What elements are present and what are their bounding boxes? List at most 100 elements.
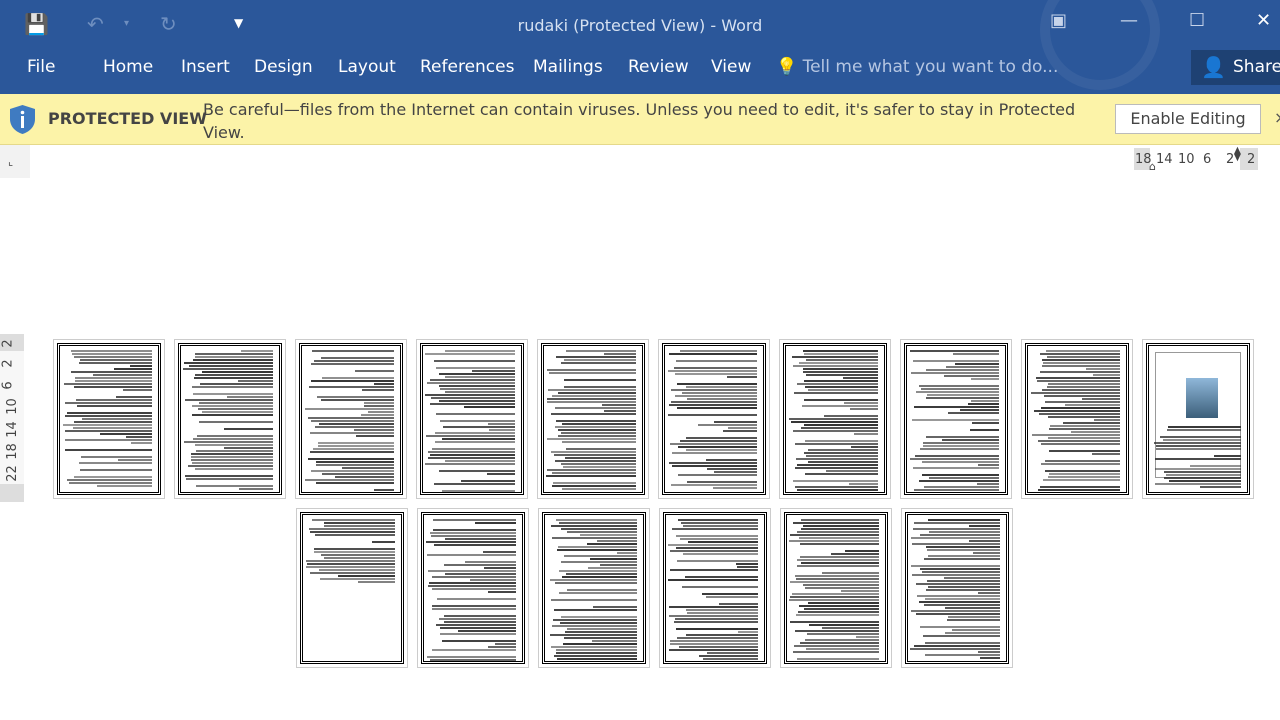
text-line bbox=[354, 429, 394, 431]
text-line bbox=[1045, 470, 1120, 472]
text-line bbox=[914, 489, 999, 491]
text-line bbox=[363, 405, 394, 407]
text-line bbox=[554, 582, 637, 584]
page-thumbnail[interactable] bbox=[295, 339, 407, 499]
text-line bbox=[1049, 425, 1120, 427]
text-line bbox=[559, 592, 637, 594]
page-thumbnail[interactable] bbox=[417, 508, 529, 668]
page-thumbnail[interactable] bbox=[658, 339, 770, 499]
share-button[interactable]: 👤 Share bbox=[1191, 50, 1280, 85]
shield-info-icon bbox=[10, 105, 35, 134]
tab-home[interactable]: Home bbox=[103, 57, 153, 77]
text-line bbox=[425, 463, 515, 465]
text-line bbox=[807, 389, 878, 391]
close-button[interactable]: ✕ bbox=[1256, 10, 1271, 31]
tab-layout[interactable]: Layout bbox=[338, 57, 396, 77]
hanging-indent-marker-icon[interactable]: ⧫ bbox=[1234, 146, 1241, 162]
minimize-button[interactable]: — bbox=[1120, 10, 1138, 31]
text-line bbox=[444, 460, 515, 462]
tab-mailings[interactable]: Mailings bbox=[533, 57, 603, 77]
text-line bbox=[920, 568, 1000, 570]
text-line bbox=[313, 551, 395, 553]
text-line bbox=[702, 658, 758, 660]
text-line bbox=[565, 350, 636, 352]
tab-selector[interactable]: ⌞ bbox=[0, 145, 30, 178]
tell-me-search[interactable]: 💡 Tell me what you want to do... bbox=[776, 57, 1058, 77]
text-line bbox=[552, 482, 636, 484]
text-line bbox=[718, 603, 758, 605]
text-line bbox=[970, 400, 999, 402]
tab-file[interactable]: File bbox=[27, 57, 55, 77]
ribbon-display-options-icon[interactable]: ▣ bbox=[1050, 10, 1067, 31]
page-thumbnail[interactable] bbox=[779, 339, 891, 499]
protected-view-title: PROTECTED VIEW bbox=[48, 109, 207, 128]
page-thumbnail[interactable] bbox=[296, 508, 408, 668]
text-line bbox=[910, 372, 999, 374]
text-line bbox=[561, 616, 637, 618]
page-thumbnail[interactable] bbox=[1142, 339, 1254, 499]
text-line bbox=[681, 586, 758, 588]
text-line bbox=[193, 359, 273, 361]
text-line bbox=[64, 439, 152, 441]
text-line bbox=[425, 435, 515, 437]
tab-insert[interactable]: Insert bbox=[181, 57, 230, 77]
text-line bbox=[184, 475, 273, 477]
text-line bbox=[81, 418, 152, 420]
text-line bbox=[461, 480, 515, 482]
tab-review[interactable]: Review bbox=[628, 57, 689, 77]
text-line bbox=[1047, 386, 1120, 388]
page-thumbnail[interactable] bbox=[900, 339, 1012, 499]
text-line bbox=[550, 646, 637, 648]
tab-design[interactable]: Design bbox=[254, 57, 313, 77]
text-line bbox=[565, 457, 636, 459]
text-line bbox=[125, 436, 152, 438]
text-line bbox=[844, 550, 879, 552]
text-line bbox=[561, 463, 636, 465]
page-border bbox=[663, 512, 767, 664]
text-line bbox=[190, 459, 273, 461]
tab-view[interactable]: View bbox=[711, 57, 751, 77]
text-line bbox=[677, 474, 757, 476]
text-line bbox=[672, 528, 758, 530]
page-thumbnail[interactable] bbox=[538, 508, 650, 668]
horizontal-ruler[interactable]: 18 14 10 6 2 2 ⌂ ⧫ bbox=[1134, 146, 1258, 173]
page-thumbnail[interactable] bbox=[416, 339, 528, 499]
text-line bbox=[954, 363, 999, 365]
text-line bbox=[431, 448, 515, 450]
page-thumbnail[interactable] bbox=[780, 508, 892, 668]
page-thumbnail[interactable] bbox=[1021, 339, 1133, 499]
close-bar-button[interactable]: × bbox=[1274, 108, 1280, 127]
text-line bbox=[431, 605, 516, 607]
text-line bbox=[195, 353, 273, 355]
text-line bbox=[853, 433, 878, 435]
text-line bbox=[564, 379, 636, 381]
text-line bbox=[671, 452, 757, 454]
text-line bbox=[706, 596, 758, 598]
vertical-ruler[interactable]: 2 2 6 10 14 18 22 bbox=[0, 334, 24, 502]
text-line bbox=[968, 525, 1000, 527]
text-line bbox=[825, 470, 878, 472]
maximize-button[interactable]: ☐ bbox=[1189, 10, 1205, 31]
text-line bbox=[1064, 404, 1120, 406]
text-line bbox=[929, 531, 1000, 533]
text-line bbox=[737, 631, 758, 633]
text-line bbox=[238, 488, 273, 490]
tab-references[interactable]: References bbox=[420, 57, 514, 77]
text-line bbox=[428, 582, 516, 584]
enable-editing-button[interactable]: Enable Editing bbox=[1115, 104, 1261, 134]
text-line bbox=[425, 353, 515, 355]
page-thumbnail[interactable] bbox=[174, 339, 286, 499]
page-border bbox=[784, 512, 888, 664]
page-thumbnail[interactable] bbox=[901, 508, 1013, 668]
text-line bbox=[195, 450, 273, 452]
indent-marker-icon[interactable]: ⌂ bbox=[1149, 160, 1156, 173]
text-line bbox=[669, 643, 758, 645]
text-line bbox=[78, 362, 152, 364]
page-thumbnail[interactable] bbox=[537, 339, 649, 499]
text-line bbox=[1049, 450, 1120, 452]
text-line bbox=[322, 377, 394, 379]
page-thumbnail[interactable] bbox=[659, 508, 771, 668]
page-thumbnail[interactable] bbox=[53, 339, 165, 499]
text-line bbox=[914, 406, 999, 408]
text-line bbox=[70, 350, 152, 352]
